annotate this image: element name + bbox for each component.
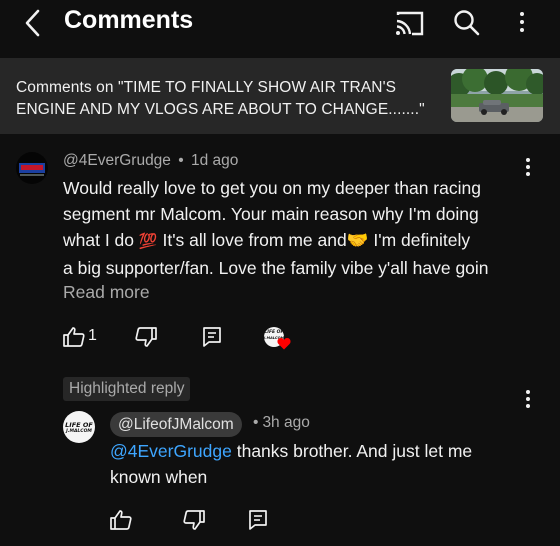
- comment-time: 1d ago: [191, 152, 239, 169]
- reply-more-icon[interactable]: [521, 390, 535, 412]
- like-icon[interactable]: [62, 325, 86, 349]
- video-title-line-1: Comments on "TIME TO FINALLY SHOW AIR TR…: [16, 79, 397, 96]
- reply-text: @4EverGrudge thanks brother. And just le…: [110, 438, 530, 490]
- video-title-text: Comments on "TIME TO FINALLY SHOW AIR TR…: [16, 77, 436, 121]
- more-options-icon[interactable]: [515, 12, 529, 34]
- page-title: Comments: [64, 6, 194, 34]
- cast-icon[interactable]: [394, 8, 426, 38]
- video-thumbnail[interactable]: [451, 69, 543, 122]
- reply-dislike-icon[interactable]: [182, 508, 206, 532]
- hundred-points-emoji: 💯: [138, 233, 158, 250]
- comment-author[interactable]: @4EverGrudge: [63, 152, 171, 169]
- comment-header: @4EverGrudge • 1d ago: [63, 152, 239, 169]
- commenter-avatar[interactable]: [16, 152, 48, 184]
- read-more-button[interactable]: Read more: [63, 282, 150, 303]
- handshake-emoji: 🤝: [346, 230, 369, 250]
- like-count: 1: [88, 327, 97, 344]
- reply-icon[interactable]: [200, 325, 224, 349]
- reply-time-row: • 3h ago: [253, 414, 310, 431]
- reply-line-2: known when: [110, 467, 208, 487]
- comment-line-3: what I do 💯 It's all love from me and🤝 I…: [63, 230, 471, 250]
- reply-reply-icon[interactable]: [246, 508, 270, 532]
- comment-line-1: Would really love to get you on my deepe…: [63, 178, 481, 198]
- highlighted-reply-badge: Highlighted reply: [63, 377, 191, 401]
- search-icon[interactable]: [451, 8, 483, 38]
- reply-line-1: @4EverGrudge thanks brother. And just le…: [110, 441, 473, 461]
- comment-text: Would really love to get you on my deepe…: [63, 175, 533, 281]
- reply-like-icon[interactable]: [109, 508, 133, 532]
- reply-time: 3h ago: [262, 414, 310, 431]
- comment-line-2: segment mr Malcom. Your main reason why …: [63, 204, 479, 224]
- comment-line-4: a big supporter/fan. Love the family vib…: [63, 258, 489, 278]
- reply-author-avatar[interactable]: LIFE OF J.MALCOM: [63, 411, 95, 443]
- reply-author-chip[interactable]: @LifeofJMalcom: [110, 412, 242, 437]
- top-app-bar: Comments: [0, 0, 560, 46]
- reply-mention-link[interactable]: @4EverGrudge: [110, 441, 232, 461]
- back-arrow-icon[interactable]: [18, 6, 48, 40]
- dislike-icon[interactable]: [134, 325, 158, 349]
- video-title-line-2: ENGINE AND MY VLOGS ARE ABOUT TO CHANGE.…: [16, 101, 425, 118]
- heart-icon: [277, 338, 291, 350]
